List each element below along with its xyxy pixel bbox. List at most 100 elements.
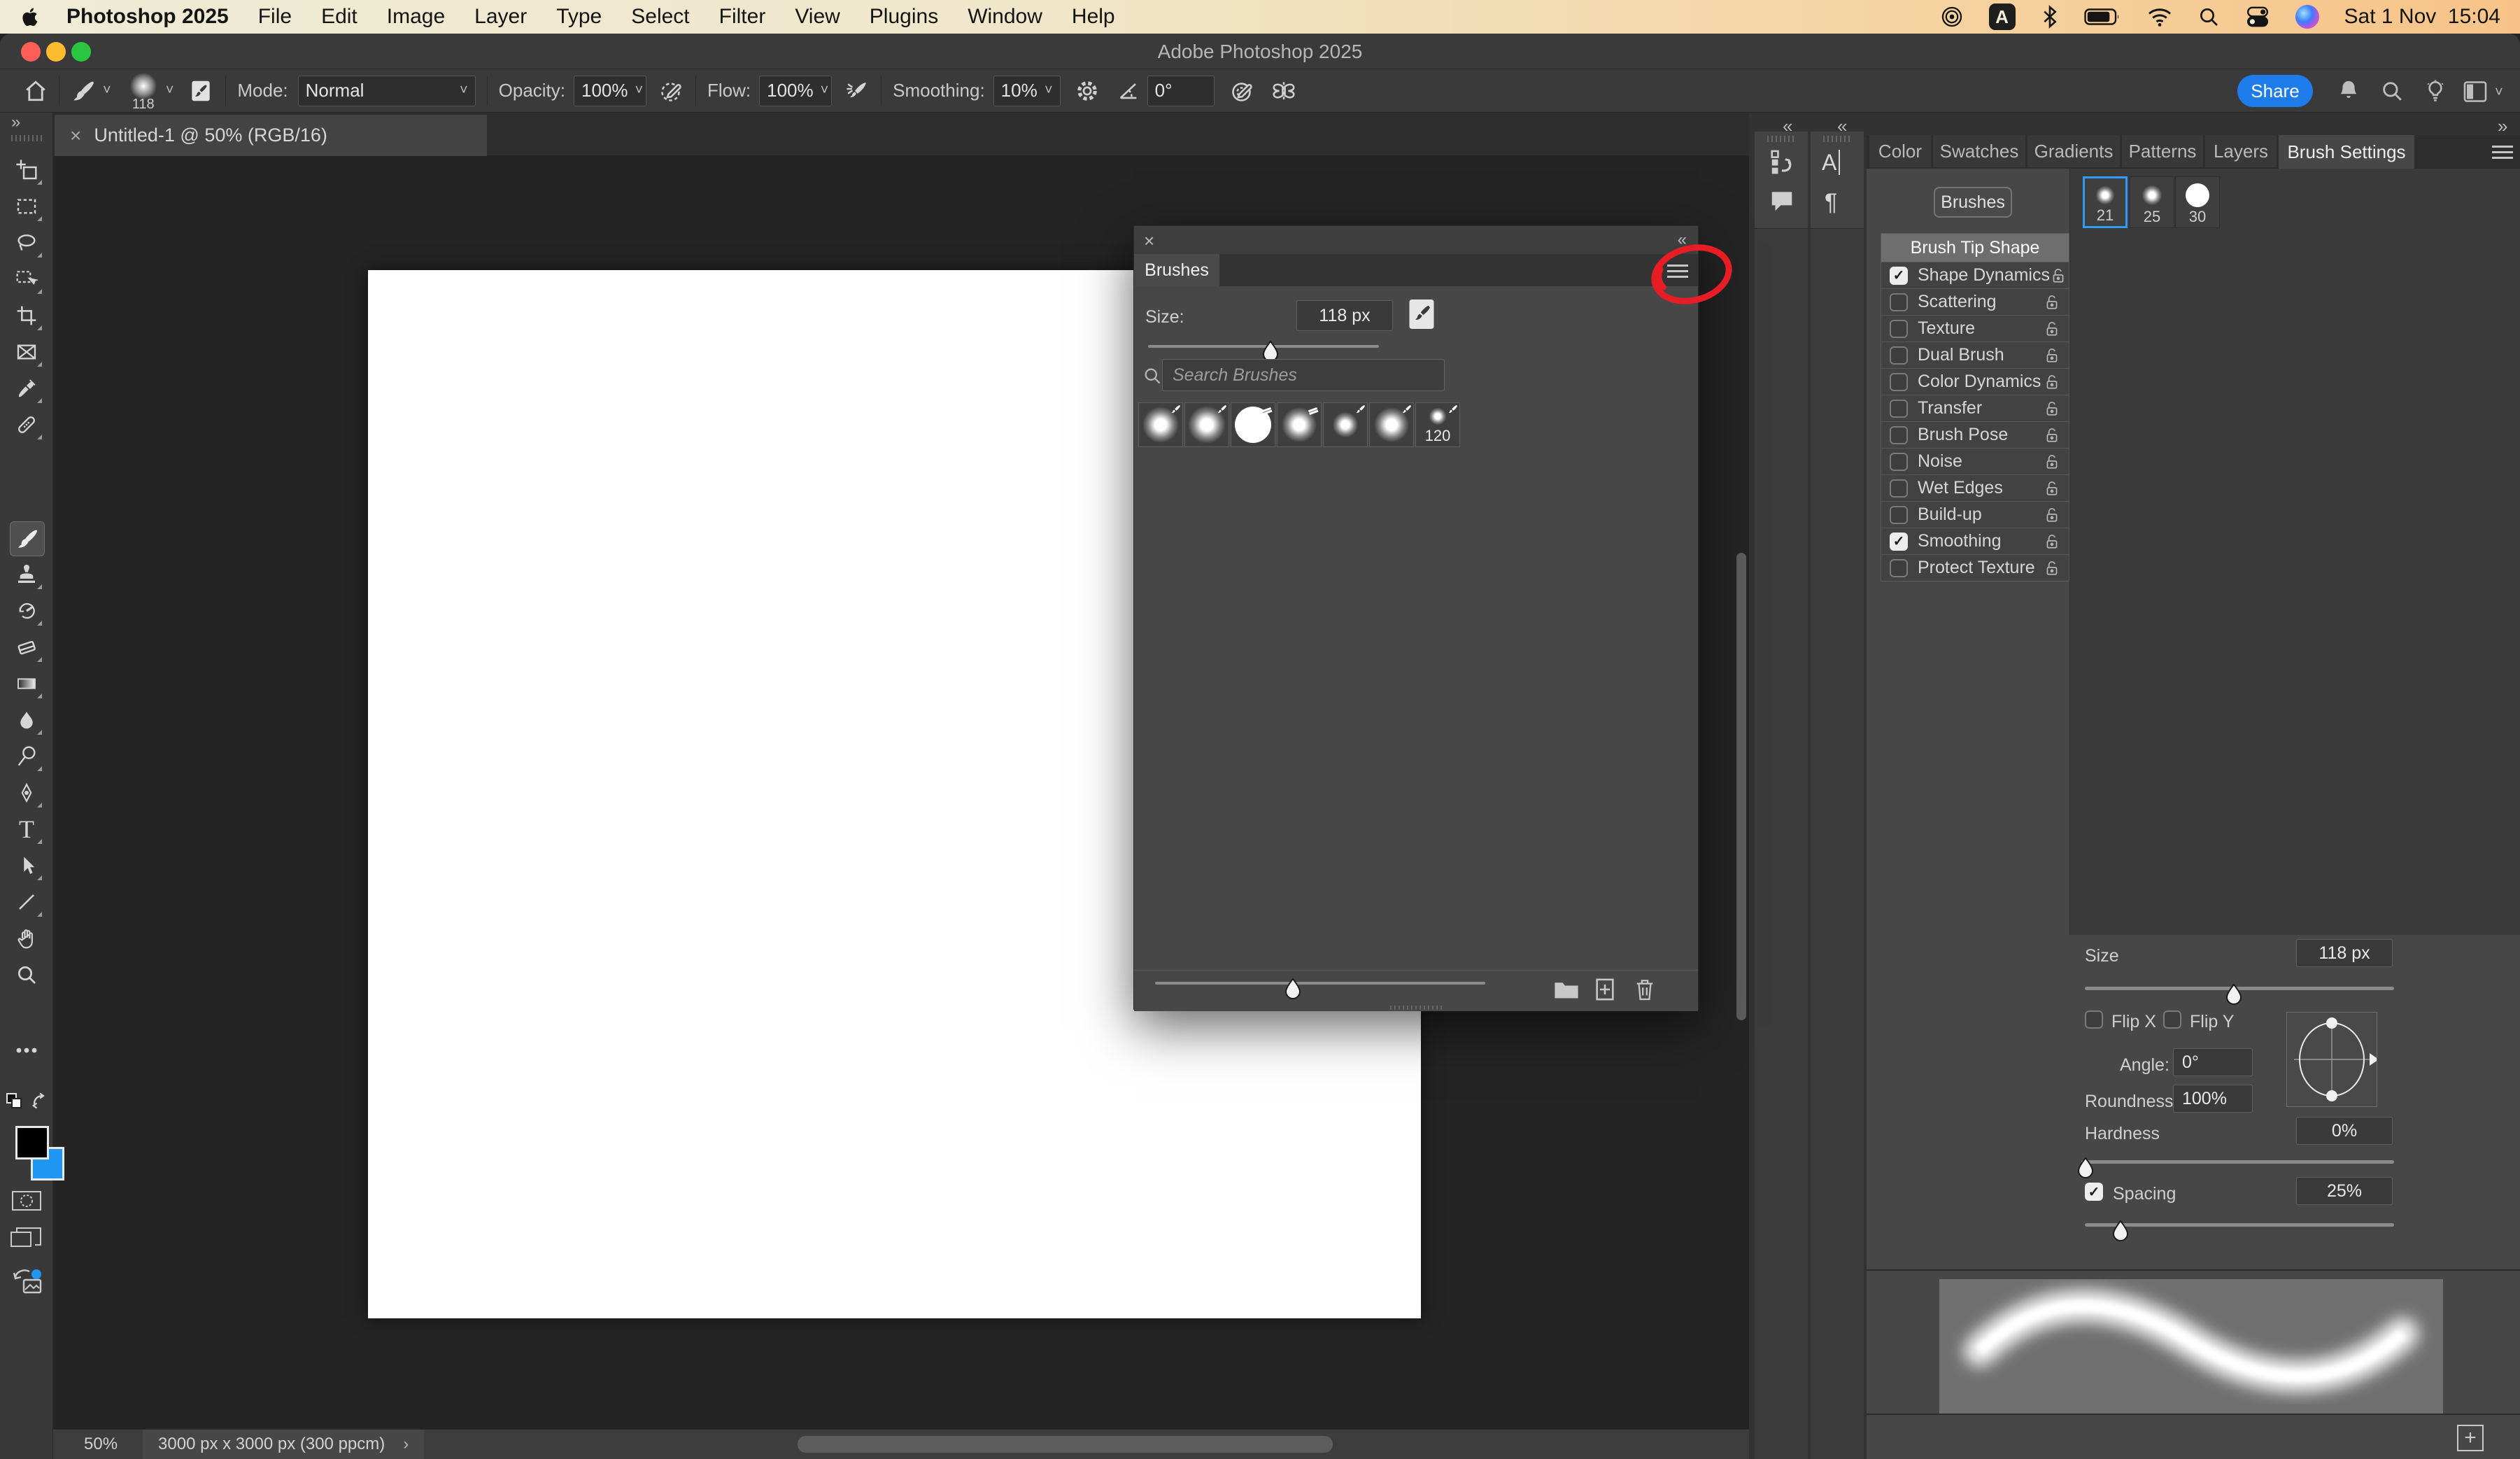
collapse-tools-icon[interactable]: » bbox=[11, 113, 19, 132]
paint-symmetry-icon[interactable] bbox=[1270, 78, 1297, 104]
lasso-tool[interactable] bbox=[10, 226, 43, 260]
blur-tool[interactable] bbox=[10, 703, 43, 737]
brush-preset-tile[interactable] bbox=[1369, 402, 1414, 447]
foreground-color-swatch[interactable] bbox=[15, 1126, 49, 1160]
clone-stamp-tool[interactable] bbox=[10, 558, 43, 591]
zoom-tool[interactable] bbox=[10, 958, 43, 992]
edit-toolbar-ellipsis-icon[interactable] bbox=[10, 1034, 43, 1067]
smoothing-options-gear-icon[interactable] bbox=[1075, 78, 1100, 104]
airplay-icon[interactable] bbox=[1940, 5, 1964, 29]
menu-edit[interactable]: Edit bbox=[321, 5, 358, 29]
tab-color[interactable]: Color bbox=[1869, 135, 1931, 167]
checkbox[interactable] bbox=[1890, 559, 1908, 577]
brush-tool-selected[interactable] bbox=[10, 521, 45, 556]
brush-angle-input[interactable]: 0° bbox=[1147, 76, 1215, 106]
new-brush-icon[interactable] bbox=[1594, 978, 1615, 1001]
hand-tool[interactable] bbox=[10, 922, 43, 955]
horizontal-scrollbar-thumb[interactable] bbox=[798, 1436, 1333, 1453]
brush-tip-preset-21[interactable]: 21 bbox=[2083, 176, 2128, 228]
document-tab[interactable]: × Untitled-1 @ 50% (RGB/16) bbox=[55, 115, 487, 156]
angle-value-field[interactable]: 0° bbox=[2173, 1048, 2253, 1076]
brush-tip-preset-30[interactable]: 30 bbox=[2175, 176, 2220, 228]
lock-icon[interactable] bbox=[2044, 427, 2060, 444]
notifications-bell-icon[interactable] bbox=[2337, 79, 2360, 103]
paragraph-panel-icon[interactable]: ¶ bbox=[1825, 189, 1837, 216]
status-chevron-icon[interactable]: › bbox=[403, 1435, 409, 1454]
control-center-icon[interactable] bbox=[2245, 6, 2270, 28]
tools-grip-handle[interactable] bbox=[11, 135, 42, 141]
brush-preset-tile[interactable] bbox=[1277, 402, 1322, 447]
smoothing-input[interactable]: 10%˅ bbox=[993, 76, 1061, 106]
size-slider-thumb[interactable] bbox=[2225, 984, 2243, 1005]
eraser-tool[interactable] bbox=[10, 630, 43, 664]
history-brush-tool[interactable] bbox=[10, 594, 43, 628]
menu-view[interactable]: View bbox=[795, 5, 840, 29]
flip-y-checkbox[interactable] bbox=[2163, 1010, 2181, 1029]
menu-help[interactable]: Help bbox=[1072, 5, 1115, 29]
checkbox[interactable] bbox=[1890, 506, 1908, 524]
lock-icon[interactable] bbox=[2044, 374, 2060, 390]
lock-icon[interactable] bbox=[2044, 347, 2060, 364]
new-brush-group-folder-icon[interactable] bbox=[1554, 979, 1579, 1000]
default-colors-icon[interactable] bbox=[6, 1092, 28, 1112]
close-panel-icon[interactable]: × bbox=[1144, 230, 1154, 252]
setting-row-noise[interactable]: Noise bbox=[1881, 449, 2069, 475]
setting-row-smoothing[interactable]: ✓Smoothing bbox=[1881, 528, 2069, 555]
generative-workflow-icon[interactable] bbox=[10, 1266, 43, 1297]
spacing-slider[interactable] bbox=[2085, 1223, 2394, 1227]
menu-select[interactable]: Select bbox=[631, 5, 689, 29]
lock-icon[interactable] bbox=[2044, 507, 2060, 523]
brush-preset-tile[interactable] bbox=[1323, 402, 1368, 447]
close-tab-icon[interactable]: × bbox=[70, 125, 81, 147]
setting-row-transfer[interactable]: Transfer bbox=[1881, 395, 2069, 422]
size-pressure-icon[interactable] bbox=[1230, 78, 1255, 104]
battery-icon[interactable] bbox=[2084, 6, 2122, 27]
menu-type[interactable]: Type bbox=[556, 5, 602, 29]
brushes-panel-toggle-button[interactable]: Brushes bbox=[1934, 187, 2012, 218]
pen-tool[interactable] bbox=[10, 776, 43, 810]
brush-picker-chevron-icon[interactable]: ˅ bbox=[166, 83, 174, 99]
home-icon[interactable] bbox=[24, 79, 48, 103]
menu-app-name[interactable]: Photoshop 2025 bbox=[66, 5, 229, 29]
menu-window[interactable]: Window bbox=[968, 5, 1042, 29]
checkbox[interactable]: ✓ bbox=[1890, 267, 1908, 285]
checkbox[interactable] bbox=[1890, 346, 1908, 365]
hardness-value-field[interactable]: 0% bbox=[2296, 1117, 2393, 1145]
tab-patterns[interactable]: Patterns bbox=[2122, 135, 2203, 167]
spotlight-icon[interactable] bbox=[2197, 6, 2220, 28]
menu-plugins[interactable]: Plugins bbox=[870, 5, 938, 29]
panel-menu-icon[interactable] bbox=[2492, 146, 2513, 159]
type-tool[interactable]: T bbox=[10, 812, 43, 846]
lock-icon[interactable] bbox=[2044, 453, 2060, 470]
character-panel-icon[interactable]: A bbox=[1822, 150, 1845, 176]
lock-icon[interactable] bbox=[2044, 400, 2060, 417]
spacing-slider-thumb[interactable] bbox=[2111, 1220, 2130, 1241]
checkbox[interactable] bbox=[1890, 426, 1908, 444]
tab-brush-settings[interactable]: Brush Settings bbox=[2279, 135, 2414, 169]
brush-tip-preset-25[interactable]: 25 bbox=[2130, 176, 2174, 228]
hardness-slider[interactable] bbox=[2081, 1160, 2394, 1164]
workspace-switcher-icon[interactable] bbox=[2463, 80, 2488, 104]
spot-healing-brush-tool[interactable] bbox=[10, 408, 43, 442]
spacing-value-field[interactable]: 25% bbox=[2296, 1177, 2393, 1205]
brush-preset-tile[interactable] bbox=[1138, 402, 1183, 447]
lock-icon[interactable] bbox=[2044, 533, 2060, 550]
lock-icon[interactable] bbox=[2044, 320, 2060, 337]
dodge-tool[interactable] bbox=[10, 740, 43, 773]
wifi-icon[interactable] bbox=[2147, 6, 2172, 27]
hardness-slider-thumb[interactable] bbox=[2076, 1157, 2095, 1178]
tab-gradients[interactable]: Gradients bbox=[2027, 135, 2120, 167]
bluetooth-icon[interactable] bbox=[2041, 5, 2059, 29]
object-selection-tool[interactable] bbox=[10, 262, 43, 296]
tool-preset-chevron-icon[interactable]: ˅ bbox=[103, 83, 111, 99]
brush-preset-tile[interactable] bbox=[1184, 402, 1229, 447]
lock-icon[interactable] bbox=[2044, 560, 2060, 577]
gradient-tool[interactable] bbox=[10, 667, 43, 700]
quick-mask-icon[interactable] bbox=[11, 1190, 42, 1211]
eyedropper-tool[interactable] bbox=[10, 372, 43, 405]
collapse-panel-icon[interactable]: « bbox=[1678, 230, 1687, 250]
opacity-input[interactable]: 100%˅ bbox=[574, 76, 646, 106]
menu-layer[interactable]: Layer bbox=[474, 5, 527, 29]
flip-x-checkbox[interactable] bbox=[2085, 1010, 2103, 1029]
frame-tool[interactable] bbox=[10, 335, 43, 369]
